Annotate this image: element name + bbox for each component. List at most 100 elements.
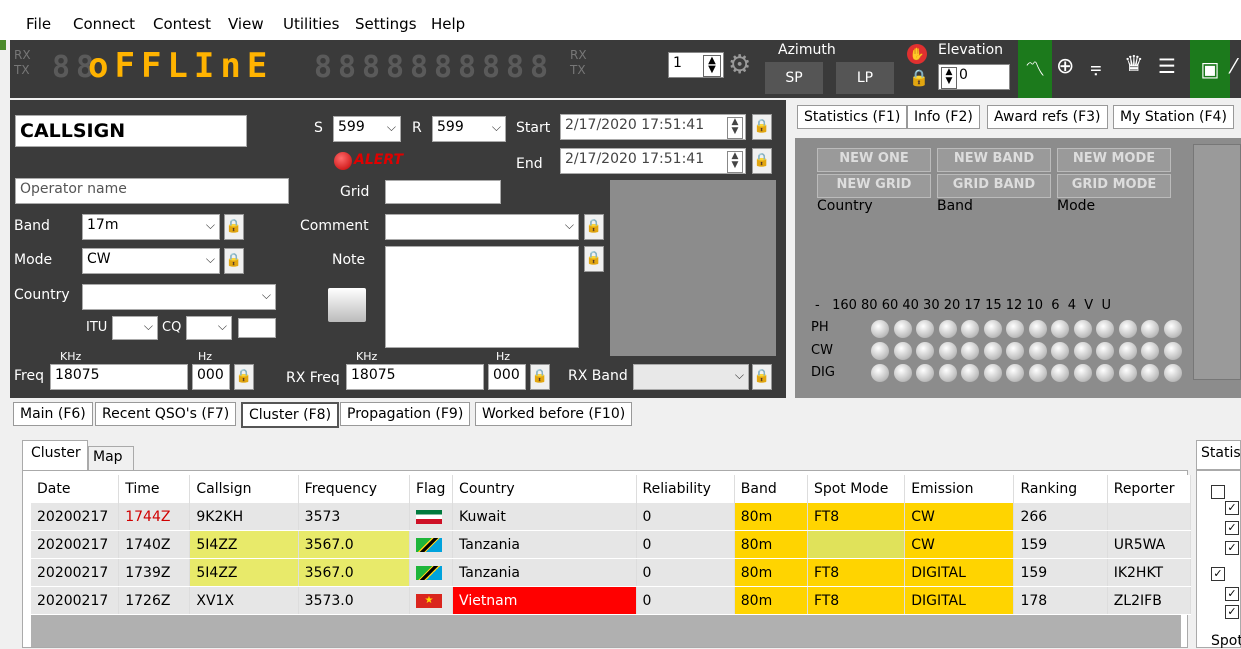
vfo-select[interactable]: 1 ▲ ▼: [668, 52, 724, 78]
stop-icon[interactable]: ✋: [907, 44, 927, 64]
cell-frequency: 3567.0: [298, 558, 410, 587]
filter-checkbox-2[interactable]: ✓: [1225, 501, 1239, 515]
worked-indicator-ph: [1141, 320, 1159, 338]
tab-propagation[interactable]: Propagation (F9): [340, 402, 471, 426]
s-report-select[interactable]: 599 ⌵: [333, 116, 401, 142]
alert-label[interactable]: ALERT: [354, 152, 403, 168]
zone-input[interactable]: [238, 318, 276, 338]
rig-icon[interactable]: ☰: [1158, 54, 1176, 78]
lock-icon[interactable]: 🔒: [909, 68, 929, 87]
mode-select[interactable]: CW ⌵: [82, 248, 220, 274]
qsl-card-icon[interactable]: [328, 288, 366, 322]
menu-help[interactable]: Help: [431, 15, 465, 33]
col-time[interactable]: Time: [118, 475, 191, 503]
freq-lock-icon[interactable]: 🔒: [234, 364, 254, 390]
cell-spot-mode: FT8: [807, 586, 906, 615]
cell-frequency: 3573: [298, 503, 410, 531]
tab-statistics[interactable]: Statistics (F1): [797, 105, 908, 129]
col-country[interactable]: Country: [452, 475, 637, 503]
crown-icon[interactable]: ♛: [1124, 52, 1144, 77]
satellite-icon[interactable]: ⩦: [1090, 54, 1102, 78]
rxband-lock-icon[interactable]: 🔒: [752, 364, 772, 390]
callsign-input[interactable]: CALLSIGN: [15, 115, 247, 147]
comment-select[interactable]: ⌵: [385, 214, 579, 240]
radio-icon[interactable]: ▣: [1190, 40, 1230, 98]
col-band[interactable]: Band: [734, 475, 808, 503]
gear-icon[interactable]: ⚙: [728, 50, 751, 80]
col-spot-mode[interactable]: Spot Mode: [807, 475, 906, 503]
table-row[interactable]: 20200217 1744Z 9K2KH 3573 Kuwait 0 80m FT8 CW 266: [31, 503, 1192, 531]
rxfreq-lock-icon[interactable]: 🔒: [530, 364, 550, 390]
col-date[interactable]: Date: [31, 475, 120, 503]
filter-checkbox-5[interactable]: ✓: [1211, 567, 1225, 581]
sp-button[interactable]: SP: [765, 62, 823, 94]
side-tab-statistics[interactable]: Statis: [1196, 440, 1241, 470]
worked-indicator-cw: [893, 342, 912, 360]
filter-checkbox-6[interactable]: ✓: [1225, 587, 1239, 601]
start-datetime[interactable]: 2/17/2020 17:51:41 ▲ ▼: [560, 114, 746, 140]
tab-info[interactable]: Info (F2): [907, 105, 980, 129]
worked-indicator-dig: [916, 364, 934, 382]
menu-utilities[interactable]: Utilities: [283, 15, 339, 33]
operator-name-input[interactable]: Operator name: [15, 178, 289, 204]
lp-button[interactable]: LP: [836, 62, 894, 94]
col-ranking[interactable]: Ranking: [1013, 475, 1108, 503]
start-lock-icon[interactable]: 🔒: [752, 114, 772, 140]
col-callsign[interactable]: Callsign: [189, 475, 299, 503]
cq-select[interactable]: ⌵: [186, 316, 232, 340]
filter-checkbox-4[interactable]: ✓: [1225, 541, 1239, 555]
rxfreq-input[interactable]: 18075: [346, 364, 484, 390]
note-lock-icon[interactable]: 🔒: [584, 246, 604, 272]
band-select[interactable]: 17m ⌵: [82, 214, 220, 240]
tab-cluster[interactable]: Cluster (F8): [241, 402, 340, 428]
cell-emission: DIGITAL: [904, 558, 1015, 587]
end-lock-icon[interactable]: 🔒: [752, 148, 772, 174]
rxband-select[interactable]: ⌵: [633, 364, 749, 390]
menu-connect[interactable]: Connect: [73, 15, 135, 33]
tab-main[interactable]: Main (F6): [13, 402, 93, 426]
mode-lock-icon[interactable]: 🔒: [224, 248, 244, 274]
menu-settings[interactable]: Settings: [355, 15, 417, 33]
subtab-map[interactable]: Map: [88, 446, 134, 470]
cell-ranking: 159: [1013, 558, 1108, 587]
tool-icon[interactable]: ⁄: [1232, 54, 1235, 78]
subtab-cluster[interactable]: Cluster: [22, 440, 88, 470]
tab-recent-qsos[interactable]: Recent QSO's (F7): [95, 402, 237, 426]
menu-file[interactable]: File: [26, 15, 51, 33]
end-datetime[interactable]: 2/17/2020 17:51:41 ▲ ▼: [560, 148, 746, 174]
grid-band-indicator: GRID BAND: [937, 174, 1051, 198]
tab-worked-before[interactable]: Worked before (F10): [475, 402, 633, 426]
r-report-select[interactable]: 599 ⌵: [432, 116, 506, 142]
antenna-signal-icon[interactable]: 〽: [1018, 40, 1052, 98]
filter-checkbox-3[interactable]: ✓: [1225, 521, 1239, 535]
rxband-label: RX Band: [568, 368, 628, 384]
filter-checkbox-7[interactable]: ✓: [1225, 605, 1239, 619]
note-textarea[interactable]: [385, 246, 579, 348]
rxfreq-hz-input[interactable]: 000: [488, 364, 526, 390]
col-flag[interactable]: Flag: [409, 475, 454, 503]
col-frequency[interactable]: Frequency: [298, 475, 410, 503]
col-reporter[interactable]: Reporter: [1107, 475, 1192, 503]
globe-icon[interactable]: ⊕: [1056, 54, 1074, 79]
table-row[interactable]: 20200217 1739Z 5I4ZZ 3567.0 Tanzania 0 80m FT8 D…: [31, 558, 1192, 587]
col-emission[interactable]: Emission: [904, 475, 1015, 503]
tab-award-refs[interactable]: Award refs (F3): [987, 105, 1108, 129]
col-reliability[interactable]: Reliability: [636, 475, 735, 503]
itu-select[interactable]: ⌵: [112, 316, 158, 340]
menu-contest[interactable]: Contest: [153, 15, 211, 33]
filter-checkbox-1[interactable]: [1211, 485, 1225, 499]
tab-my-station[interactable]: My Station (F4): [1113, 105, 1234, 129]
itu-label: ITU: [86, 320, 108, 335]
cell-reliability: 0: [636, 586, 735, 615]
grid-input[interactable]: [385, 180, 501, 204]
worked-indicator-cw: [1141, 342, 1159, 360]
table-row[interactable]: 20200217 1726Z XV1X 3573.0 ★ Vietnam 0 80m FT8 DI…: [31, 586, 1192, 615]
country-select[interactable]: ⌵: [82, 284, 276, 310]
menu-view[interactable]: View: [228, 15, 264, 33]
elevation-input[interactable]: ▲ ▼ 0: [938, 64, 1010, 90]
table-row[interactable]: 20200217 1740Z 5I4ZZ 3567.0 Tanzania 0 80m CW 15…: [31, 530, 1192, 559]
freq-hz-input[interactable]: 000: [192, 364, 230, 390]
band-lock-icon[interactable]: 🔒: [224, 214, 244, 240]
freq-input[interactable]: 18075: [50, 364, 188, 390]
comment-lock-icon[interactable]: 🔒: [584, 214, 604, 240]
